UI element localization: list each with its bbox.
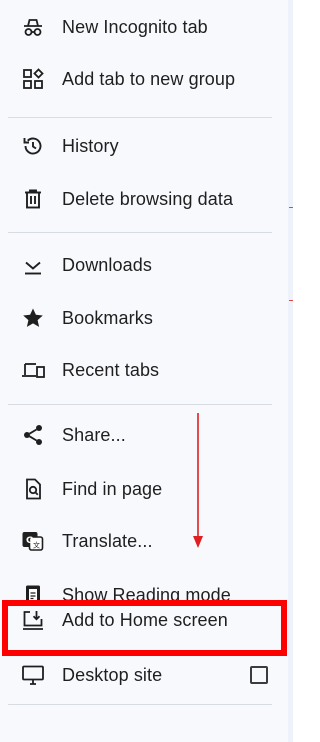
menu-item-label: Delete browsing data [62,188,234,209]
annotation-arrow-icon [193,413,203,548]
star-icon [21,306,45,330]
menu-item-desktop-site[interactable]: Desktop site [0,650,288,700]
menu-item-bookmarks[interactable]: Bookmarks [0,293,288,343]
menu-item-label: Translate... [62,530,153,551]
tab-group-icon [21,67,45,91]
page-background-mark [289,300,293,301]
menu-item-new-incognito-tab[interactable]: New Incognito tab [0,2,288,52]
menu-divider [8,704,272,705]
menu-item-label: New Incognito tab [62,16,208,37]
menu-item-add-to-home-screen[interactable]: Add to Home screen [0,595,288,645]
share-icon [21,423,45,447]
download-icon [21,253,45,277]
menu-item-label: Recent tabs [62,359,160,380]
incognito-icon [21,15,45,39]
menu-item-find-in-page[interactable]: Find in page [0,464,288,514]
menu-divider [8,117,272,118]
menu-divider [8,404,272,405]
devices-icon [21,358,45,382]
menu-item-label: Bookmarks [62,307,153,328]
menu-item-add-tab-to-group[interactable]: Add tab to new group [0,54,288,104]
menu-item-label: Find in page [62,478,163,499]
add-to-home-icon [21,608,45,632]
menu-item-label: Downloads [62,254,152,275]
history-icon [21,134,45,158]
page-background-edge [288,0,293,742]
menu-item-label: Desktop site [62,664,163,685]
desktop-site-checkbox[interactable] [250,666,268,684]
menu-item-label: Share... [62,424,126,445]
menu-item-translate[interactable]: G文 Translate... [0,516,288,566]
menu-item-label: Add to Home screen [62,609,228,630]
desktop-icon [21,663,45,687]
menu-item-downloads[interactable]: Downloads [0,240,288,290]
menu-item-label: History [62,135,119,156]
menu-item-recent-tabs[interactable]: Recent tabs [0,345,288,395]
svg-text:文: 文 [33,541,40,550]
menu-item-history[interactable]: History [0,121,288,171]
menu-divider [8,232,272,233]
menu-item-label: Add tab to new group [62,68,236,89]
trash-icon [21,187,45,211]
menu-item-share[interactable]: Share... [0,410,288,460]
chrome-overflow-menu: New Incognito tab Add tab to new group H… [0,0,288,742]
find-icon [21,477,45,501]
menu-item-delete-browsing-data[interactable]: Delete browsing data [0,174,288,224]
translate-icon: G文 [21,529,45,553]
page-background-mark [289,207,293,208]
